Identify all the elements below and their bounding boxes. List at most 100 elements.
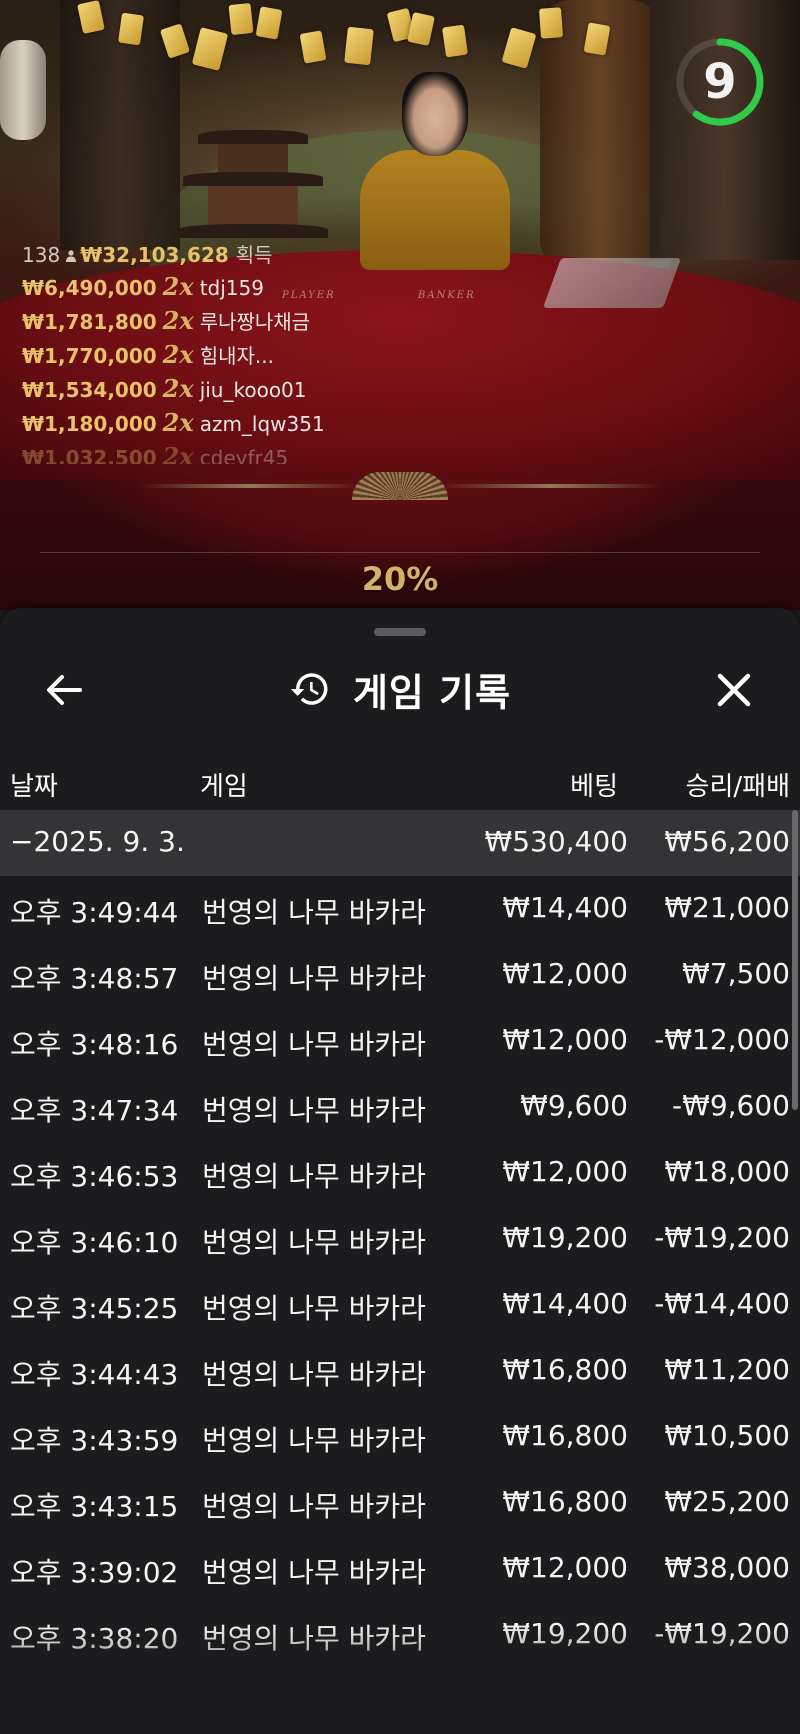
table-rail-right [440, 484, 660, 488]
winner-multiplier: 2x [162, 408, 194, 437]
hanging-card [118, 12, 144, 46]
row-win-loss: ₩11,200 [664, 1353, 790, 1386]
row-game: 번영의 나무 바카라 [202, 1556, 426, 1589]
winner-name: jiu_kooo01 [199, 378, 307, 402]
history-row[interactable]: 오후 3:44:43 번영의 나무 바카라 ₩16,800 ₩11,200 [0, 1338, 800, 1404]
row-bet: ₩16,800 [502, 1485, 628, 1518]
winner-amount: ₩1,180,000 [22, 412, 157, 436]
row-win-loss: ₩10,500 [664, 1419, 790, 1452]
winner-row: ₩1,781,800 2x 루나짱나채금 [22, 304, 322, 338]
hanging-card [228, 2, 254, 36]
winner-multiplier: 2x [162, 442, 194, 464]
row-win-loss: ₩21,000 [664, 891, 790, 924]
row-win-loss: -₩9,600 [672, 1089, 790, 1122]
dealer [402, 72, 468, 156]
row-bet: ₩16,800 [502, 1353, 628, 1386]
sheet-title: 게임 기록 [352, 670, 512, 715]
arrow-left-icon [47, 675, 82, 705]
sheet-header: 게임 기록 [0, 652, 800, 726]
winner-name: 루나짱나채금 [199, 310, 311, 334]
winners-total-suffix: 획득 [235, 243, 273, 267]
row-win-loss: -₩19,200 [654, 1221, 790, 1254]
list-scrollbar[interactable] [792, 810, 798, 1110]
sheet-title-group: 게임 기록 [0, 652, 800, 726]
list-fade-overlay [0, 1624, 800, 1734]
back-button[interactable] [36, 662, 92, 718]
row-time: 오후 3:44:43 [10, 1358, 179, 1391]
row-game: 번영의 나무 바카라 [202, 1490, 426, 1523]
row-game: 번영의 나무 바카라 [202, 896, 426, 929]
winner-name: azm_lqw351 [199, 412, 325, 436]
winner-row: ₩6,490,000 2x tdj159 [22, 270, 322, 304]
winners-list: 138 ₩32,103,628 획득 ₩6,490,000 2x tdj159 ₩1,… [22, 240, 325, 464]
hanging-card [538, 7, 564, 39]
group-date: −2025. 9. 3. [10, 825, 185, 858]
history-row[interactable]: 오후 3:46:10 번영의 나무 바카라 ₩19,200 -₩19,200 [0, 1206, 800, 1272]
row-game: 번영의 나무 바카라 [202, 1160, 426, 1193]
winner-multiplier: 2x [162, 306, 194, 335]
person-icon [66, 250, 77, 262]
history-row[interactable]: 오후 3:49:44 번영의 나무 바카라 ₩14,400 ₩21,000 [0, 876, 800, 942]
winner-row: ₩1,180,000 2x azm_lqw351 [22, 406, 325, 440]
winner-multiplier: 2x [162, 374, 194, 403]
winner-amount: ₩1,781,800 [22, 310, 157, 334]
row-time: 오후 3:48:16 [10, 1028, 179, 1061]
row-win-loss: ₩38,000 [664, 1551, 790, 1584]
winners-total-amount: ₩32,103,628 [80, 243, 229, 267]
close-button[interactable] [706, 662, 762, 718]
row-win-loss: -₩14,400 [654, 1287, 790, 1320]
date-group-row[interactable]: −2025. 9. 3. ₩530,400 ₩56,200 [0, 810, 800, 876]
row-win-loss: -₩12,000 [654, 1023, 790, 1056]
hanging-card [344, 26, 374, 66]
countdown-timer: 9 [703, 54, 737, 110]
history-column-headers: 날짜 게임 베팅 승리/패배 [0, 758, 800, 808]
row-bet: ₩19,200 [502, 1221, 628, 1254]
hanging-card [501, 27, 537, 69]
row-bet: ₩12,000 [502, 1023, 628, 1056]
group-win-loss-total: ₩56,200 [664, 825, 790, 858]
history-row[interactable]: 오후 3:46:53 번영의 나무 바카라 ₩12,000 ₩18,000 [0, 1140, 800, 1206]
lantern-left [0, 40, 46, 140]
table-label-banker: BANKER [418, 290, 476, 301]
history-row[interactable]: 오후 3:48:16 번영의 나무 바카라 ₩12,000 -₩12,000 [0, 1008, 800, 1074]
winner-name: cdeyfr45 [199, 446, 289, 464]
history-row[interactable]: 오후 3:39:02 번영의 나무 바카라 ₩12,000 ₩38,000 [0, 1536, 800, 1602]
row-time: 오후 3:43:15 [10, 1490, 179, 1523]
winner-multiplier: 2x [162, 340, 194, 369]
history-row[interactable]: 오후 3:45:25 번영의 나무 바카라 ₩14,400 -₩14,400 [0, 1272, 800, 1338]
winner-amount: ₩1,770,000 [22, 344, 157, 368]
row-time: 오후 3:48:57 [10, 962, 179, 995]
row-bet: ₩12,000 [502, 1155, 628, 1188]
history-row[interactable]: 오후 3:48:57 번영의 나무 바카라 ₩12,000 ₩7,500 [0, 942, 800, 1008]
row-bet: ₩12,000 [502, 1551, 628, 1584]
history-row[interactable]: 오후 3:43:59 번영의 나무 바카라 ₩16,800 ₩10,500 [0, 1404, 800, 1470]
row-game: 번영의 나무 바카라 [202, 1094, 426, 1127]
live-game-view: PLAYER BANKER 20% 9 138 ₩32,103,628 획득 ₩6… [0, 0, 800, 610]
history-row[interactable]: 오후 3:47:34 번영의 나무 바카라 ₩9,600 -₩9,600 [0, 1074, 800, 1140]
column-header-bet: 베팅 [570, 772, 618, 802]
row-win-loss: ₩18,000 [664, 1155, 790, 1188]
row-time: 오후 3:49:44 [10, 896, 179, 929]
hanging-card [255, 6, 283, 40]
pagoda [178, 120, 328, 250]
bottom-percent: 20% [361, 560, 439, 598]
history-row[interactable]: 오후 3:43:15 번영의 나무 바카라 ₩16,800 ₩25,200 [0, 1470, 800, 1536]
winner-amount: ₩1,534,000 [22, 378, 157, 402]
hanging-card [407, 12, 435, 46]
row-time: 오후 3:47:34 [10, 1094, 179, 1127]
winner-multiplier: 2x [162, 272, 194, 301]
hanging-card [299, 30, 327, 64]
history-list: −2025. 9. 3. ₩530,400 ₩56,200 오후 3:49:44… [0, 810, 800, 1668]
game-history-sheet: 게임 기록 날짜 게임 베팅 승리/패배 −2025. 9. 3. ₩530,4… [0, 608, 800, 1734]
divider [40, 552, 760, 553]
winners-total: 138 ₩32,103,628 획득 [22, 240, 322, 270]
fan-ornament [352, 472, 448, 500]
sheet-drag-handle[interactable] [374, 628, 426, 636]
winner-row: ₩1,032,500 2x cdeyfr45 [22, 440, 322, 464]
group-bet-total: ₩530,400 [484, 825, 628, 858]
winner-amount: ₩1,032,500 [22, 446, 157, 464]
row-game: 번영의 나무 바카라 [202, 1424, 426, 1457]
row-time: 오후 3:46:10 [10, 1226, 179, 1259]
row-bet: ₩9,600 [520, 1089, 628, 1122]
column-header-date: 날짜 [10, 772, 58, 802]
